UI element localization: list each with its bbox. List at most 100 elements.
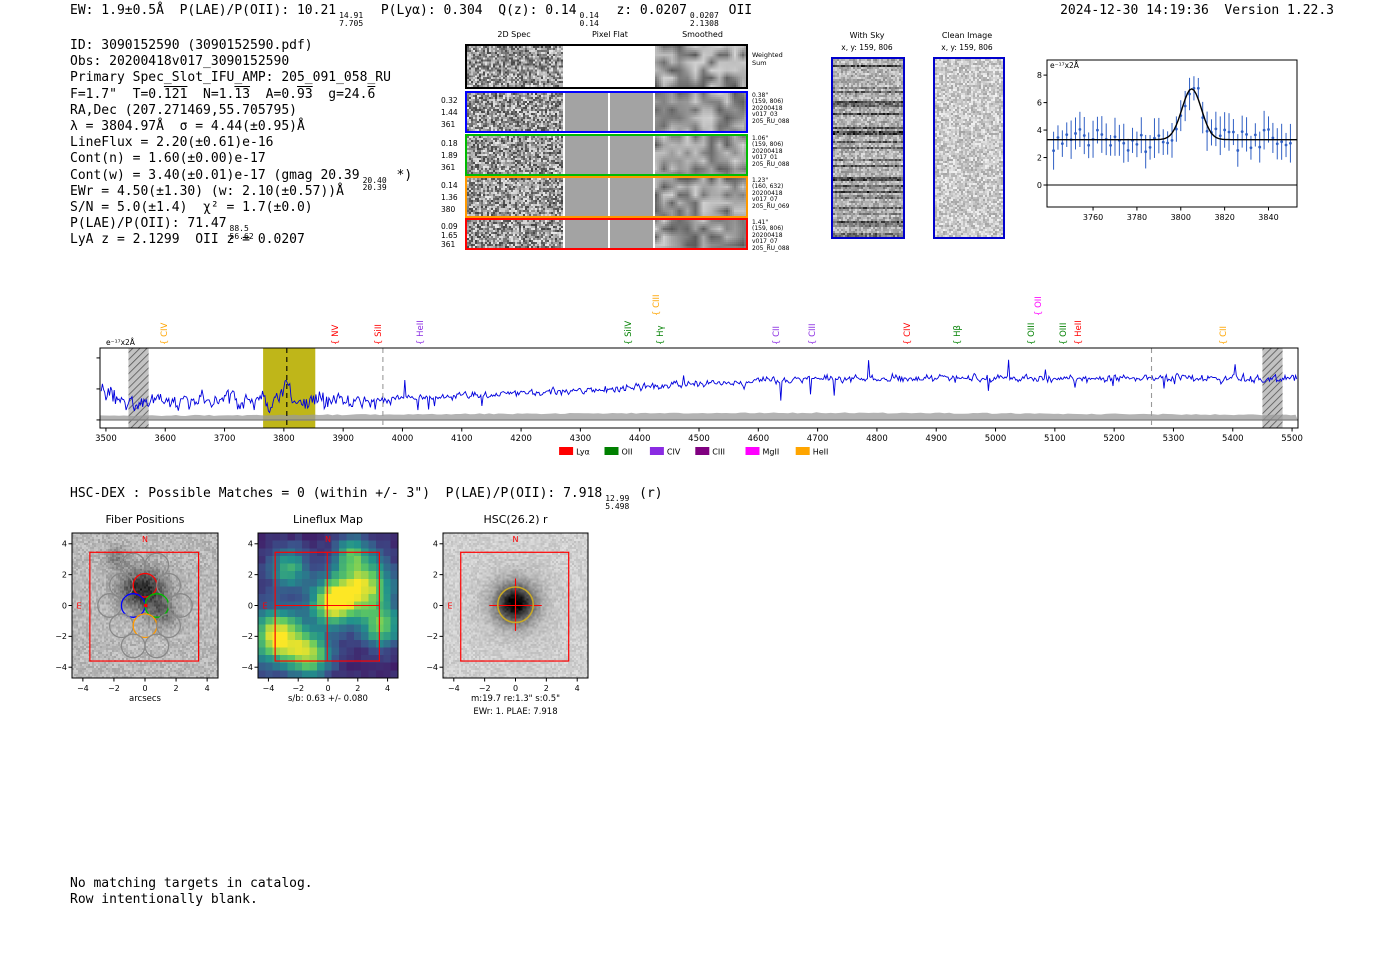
full-spectrum-plot: 3500 3600 3700 3800 3900 4000 4100 4200 4300 4400… [95, 338, 1303, 457]
data-point [1289, 141, 1292, 145]
hi-lo-value: 20.40 20.39 [362, 176, 387, 193]
text-segment: 93 [297, 86, 313, 102]
hi-lo-value: 0.14 0.14 [580, 12, 599, 27]
x-tick-label: 5400 [1222, 434, 1244, 444]
units-label: e⁻¹⁷x2Å [106, 338, 136, 347]
text-segment: Obs: 20200418v017_3090152590 [70, 54, 290, 70]
x-tick-label: −4 [77, 684, 89, 693]
spec2d-segment [467, 93, 563, 131]
data-point [1096, 128, 1099, 132]
x-tick-label: 2 [355, 684, 360, 693]
data-point [1205, 129, 1209, 133]
data-point [1161, 140, 1165, 144]
legend-label: MgII [763, 448, 780, 457]
x-tick-label: 3500 [95, 434, 117, 444]
compass-north: N [513, 535, 519, 544]
data-point [1284, 143, 1288, 147]
text-segment: RA,Dec (207.271469,55.705795) [70, 102, 297, 118]
fiber-circle [108, 613, 134, 639]
x-tick-label: 4200 [510, 434, 532, 444]
ifu-outline [460, 551, 570, 662]
cutout-meta-labels: 1.41" (159, 806) 20200418 v017_07 205_RU… [752, 219, 790, 252]
data-point [1082, 134, 1086, 137]
clean-image [933, 57, 1005, 239]
legend-swatch [695, 447, 710, 455]
data-point [1240, 130, 1244, 134]
data-point [1100, 133, 1104, 136]
spec2d-segment [467, 46, 563, 87]
cutout-meta-labels: Weighted Sum [752, 51, 783, 67]
y-tick-label: 0 [248, 601, 253, 610]
y-tick-label: −2 [241, 632, 253, 641]
text-segment: OII [720, 3, 753, 18]
x-tick-label: 3700 [214, 434, 236, 444]
spec2d-row-fiber2 [465, 134, 748, 176]
withsky-image [831, 57, 905, 239]
y-tick-label: −4 [241, 663, 253, 672]
x-tick-label: 3800 [273, 434, 295, 444]
x-tick-label: 3900 [332, 434, 354, 444]
timestamp-version: 2024-12-30 14:19:36 Version 1.22.3 [1060, 3, 1334, 18]
text-segment: LineFlux = 2.20(±0.61)e-16 [70, 135, 274, 151]
x-tick-label: 0 [513, 684, 518, 693]
fiber-weight-labels: 0.18 1.89 361 [441, 139, 458, 172]
flat-center-line [608, 178, 610, 216]
data-point [1188, 92, 1191, 96]
lo-value: 20.39 [362, 183, 387, 193]
data-point [1275, 142, 1279, 146]
x-tick-label: 0 [325, 684, 330, 693]
text-segment: LyA z = 2.1299 OII z = 0.0207 [70, 232, 305, 248]
info-line: Cont(n) = 1.60(±0.00)e-17 [70, 151, 412, 167]
spec2d-segment [467, 220, 563, 248]
y-tick-label: 4 [1037, 126, 1042, 135]
spec2d-row-weighted [465, 44, 748, 89]
spec2d-row-fiber3 [465, 176, 748, 218]
smoothed-segment [655, 178, 746, 216]
fiber-circle [97, 593, 123, 618]
compass-east: E [76, 602, 81, 611]
x-tick-label: 4 [205, 684, 210, 693]
col-header-pixelflat: Pixel Flat [592, 30, 628, 39]
text-segment: S/N = 5.0(±1.4) χ² = 1.7(±0.0) [70, 199, 313, 215]
data-point [1227, 130, 1231, 134]
fiber-circle [132, 613, 158, 639]
x-tick-label: 3840 [1258, 213, 1278, 222]
y-tick-label: 0 [433, 601, 438, 610]
data-point [1052, 149, 1055, 153]
x-tick-label: 3760 [1083, 213, 1103, 222]
spec2d-segment [467, 178, 563, 216]
lo-value: 5.498 [605, 501, 630, 511]
x-tick-label: 5100 [1044, 434, 1066, 444]
data-point [1078, 128, 1082, 131]
data-point [1258, 145, 1262, 149]
pixel-flat-segment [565, 178, 653, 216]
data-point [1139, 133, 1143, 137]
catalog-note-1: No matching targets in catalog. [70, 876, 313, 891]
fiber-circle [132, 572, 158, 598]
x-tick-label: 3780 [1127, 213, 1147, 222]
x-tick-label: 4 [385, 684, 390, 693]
zoom-units-label: e⁻¹⁷x2Å [1050, 61, 1080, 70]
data-point [1236, 149, 1240, 152]
x-tick-label: 0 [142, 684, 147, 693]
x-tick-label: 4900 [925, 434, 947, 444]
text-segment: 13 [234, 86, 251, 102]
text-segment: HSC-DEX : Possible Matches = 0 (within +… [70, 486, 603, 501]
fiber-circle [156, 572, 182, 598]
hsc-match-line: HSC-DEX : Possible Matches = 0 (within +… [70, 486, 663, 510]
legend-label: CIII [712, 448, 725, 457]
fiber-circle [156, 613, 182, 639]
data-point [1126, 148, 1130, 152]
data-point [1065, 133, 1069, 137]
y-tick-label: 8 [1037, 71, 1042, 80]
withsky-xy: x, y: 159, 806 [841, 43, 893, 52]
fiber-circle [108, 572, 134, 598]
text-segment: (r) [631, 486, 663, 501]
cutout-meta-labels: 1.06" (159, 806) 20200418 v017_01 205_RU… [752, 135, 790, 168]
x-tick-label: 3800 [1171, 213, 1191, 222]
text-segment: P(Lyα): 0.304 Q(z): 0.14 [365, 3, 577, 18]
data-point [1135, 142, 1139, 146]
text-segment: ID: 3090152590 (3090152590.pdf) [70, 38, 313, 53]
x-tick-label: 4800 [866, 434, 888, 444]
lo-value: 0.14 [579, 18, 599, 28]
